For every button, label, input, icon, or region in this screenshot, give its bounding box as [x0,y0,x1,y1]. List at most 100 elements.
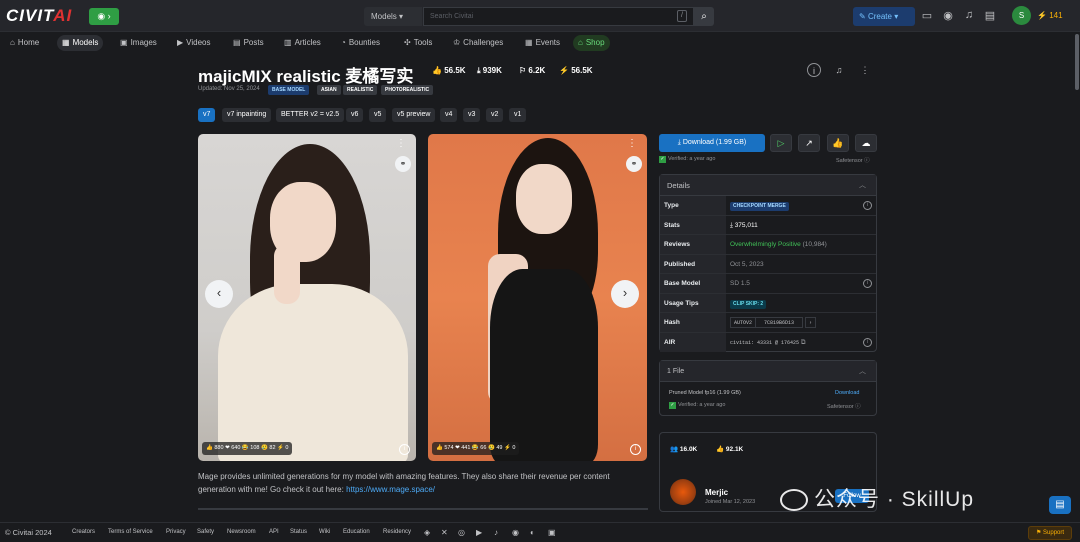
nav-images[interactable]: ▣ Images [115,35,162,51]
discord-icon[interactable]: ◈ [424,528,430,537]
hash-value[interactable]: 7C819B6D13 [756,316,804,328]
footer-link-wiki[interactable]: Wiki [319,529,330,535]
chat-icon[interactable]: ▤ [983,9,997,22]
thumbs-up-icon: 👍 [432,66,442,75]
info-icon[interactable]: i [863,337,872,347]
search-category-select[interactable]: Models ▾ [364,7,422,26]
files-header[interactable]: 1 File ︿ [660,361,876,382]
scrollbar-thumb[interactable] [1075,34,1079,90]
nav-home[interactable]: ⌂ Home [5,35,44,51]
footer-link-creators[interactable]: Creators [72,529,95,535]
x-icon[interactable]: ✕ [441,528,448,537]
create-button[interactable]: ✎ Create ▾ [853,7,915,26]
info-icon[interactable]: ⓘ [864,158,870,164]
info-icon[interactable]: ⓘ [855,404,861,410]
file-safetensor: Safetensor ⓘ [827,404,861,410]
civitai-logo[interactable]: CIVITAI [6,6,72,26]
version-tab-v1[interactable]: v1 [509,108,527,122]
chevron-right-icon[interactable]: › [805,316,817,328]
info-icon[interactable]: i [630,444,641,455]
mage-link[interactable]: https://www.mage.space/ [346,485,435,494]
scrollbar-track[interactable] [1074,32,1080,522]
version-tab-v4[interactable]: v4 [440,108,458,122]
footer-link-education[interactable]: Education [343,529,370,535]
version-tab-v5[interactable]: v5 [369,108,387,122]
reactions-bar[interactable]: 👍 880 ❤ 640 😂 108 😢 82 ⚡ 0 [202,442,293,455]
download-button[interactable]: ⤓ Download (1.99 GB) [659,134,765,152]
info-icon[interactable]: i [399,444,410,455]
details-panel: Details ︿ Type CHECKPOINT MERGE i Stats ⤓ 37… [659,174,877,352]
nav-shop[interactable]: ⌂ Shop [573,35,610,51]
creator-avatar[interactable] [670,479,696,505]
shop-icon: ⌂ [578,38,583,47]
air-value[interactable]: civitai: 43331 @ 176425 [730,340,799,346]
footer-link-privacy[interactable]: Privacy [166,529,186,535]
user-avatar[interactable]: S [1012,6,1031,25]
search-input[interactable]: Search Civitai / [423,7,694,26]
details-header[interactable]: Details ︿ [660,175,876,196]
eye-icon[interactable]: ◉ [941,9,955,22]
youtube-icon[interactable]: ▶ [476,528,482,537]
footer-link-status[interactable]: Status [290,529,307,535]
share-button[interactable]: ↗ [798,134,820,152]
bell-icon[interactable]: ♫ [962,9,976,21]
bell-icon[interactable]: ♫ [832,63,846,77]
footer-link-residency[interactable]: Residency [383,529,411,535]
run-button[interactable]: ▷ [770,134,792,152]
info-icon[interactable]: i [863,279,872,288]
version-tab-v3[interactable]: v3 [463,108,481,122]
info-icon[interactable]: i [863,201,872,210]
info-icon[interactable]: i [807,63,821,77]
hash-algo-select[interactable]: AUTOV2 [730,316,757,328]
footer-link-api[interactable]: API [269,529,279,535]
version-tab-v2[interactable]: v2 [486,108,504,122]
version-tab-v5-preview[interactable]: v5 preview [392,108,436,122]
logo-badge[interactable]: ◉ › [89,8,119,25]
reactions-bar[interactable]: 👍 574 ❤ 441 😂 66 😢 49 ⚡ 0 [432,442,520,455]
more-menu-icon[interactable]: ⋮ [858,63,872,77]
tiktok-icon[interactable]: ♪ [494,528,498,537]
creator-name[interactable]: Merjic [705,488,728,497]
monitor-icon[interactable]: ▭ [920,9,934,22]
version-tab-v6[interactable]: v6 [346,108,364,122]
link-icon[interactable]: ⚭ [626,156,642,172]
more-menu-icon[interactable]: ⋮ [627,138,637,149]
footer-link-newsroom[interactable]: Newsroom [227,529,256,535]
link-icon[interactable]: ⚭ [395,156,411,172]
tag-photorealistic[interactable]: PHOTOREALISTIC [381,85,434,95]
copy-icon[interactable]: ⧉ [801,339,806,346]
footer-link-safety[interactable]: Safety [197,529,214,535]
cloud-button[interactable]: ☁ [855,134,877,152]
chat-button[interactable]: ▤ [1049,496,1071,514]
share-icon: ↗ [805,138,813,148]
nav-articles[interactable]: ▥ Articles [279,35,326,51]
nav-challenges[interactable]: ♔ Challenges [448,35,508,51]
buzz-balance[interactable]: ⚡ 141 [1037,11,1063,20]
reddit-icon[interactable]: ◉ [512,528,519,537]
version-tab-v7-inpainting[interactable]: v7 inpainting [222,108,272,122]
twitch-icon[interactable]: ▣ [548,528,556,537]
tag-realistic[interactable]: REALISTIC [343,85,378,95]
tag-asian[interactable]: ASIAN [317,85,341,95]
footer-link-terms[interactable]: Terms of Service [108,529,153,535]
tag-base-model[interactable]: BASE MODEL [268,85,310,95]
github-icon[interactable]: ◐ [530,528,535,537]
more-menu-icon[interactable]: ⋮ [396,138,406,149]
nav-models[interactable]: ▦ Models [57,35,104,51]
nav-events[interactable]: ▦ Events [520,35,565,51]
nav-posts[interactable]: ▤ Posts [228,35,269,51]
face-shape [516,164,572,234]
instagram-icon[interactable]: ◎ [458,528,465,537]
file-download-link[interactable]: Download [835,390,859,396]
search-button[interactable]: ⌕ [694,7,714,26]
nav-bounties[interactable]: ◔ Bounties [336,35,385,51]
like-button[interactable]: 👍 [827,134,849,152]
carousel-prev-button[interactable]: ‹ [205,280,233,308]
nav-videos[interactable]: ▶ Videos [172,35,215,51]
nav-tools[interactable]: ✣ Tools [399,35,437,51]
carousel-next-button[interactable]: › [611,280,639,308]
version-tab-v7[interactable]: v7 [198,108,216,122]
support-button[interactable]: ⚑ Support [1028,526,1072,540]
play-icon: ▷ [777,138,785,148]
version-tab-better-v2[interactable]: BETTER v2 = v2.5 [276,108,345,122]
